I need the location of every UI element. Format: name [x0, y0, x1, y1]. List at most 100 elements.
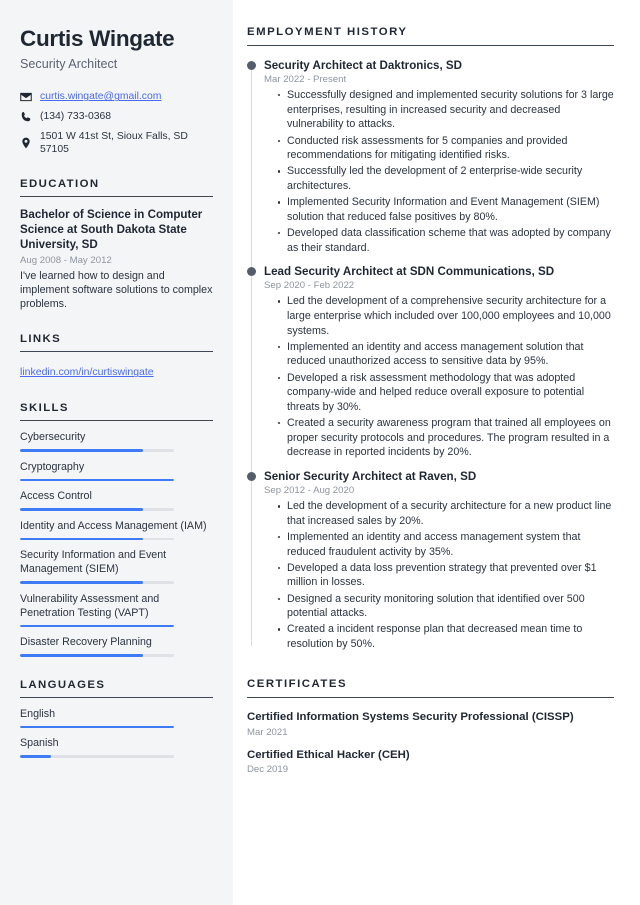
employment-bullet: Developed a data loss prevention strateg… [278, 561, 614, 590]
skills-label: Access Control [20, 490, 92, 503]
education-date: Aug 2008 - May 2012 [20, 254, 112, 266]
certificate-item: Certified Information Systems Security P… [247, 710, 614, 738]
employment-role: Security Architect at Daktronics, SD [264, 59, 463, 72]
links-section-title: Links [20, 333, 213, 353]
header-job-title: Security Architect [20, 56, 118, 71]
languages-label: Spanish [20, 737, 59, 750]
skills-item: Cybersecurity [20, 431, 213, 452]
contact-value: 1501 W 41st St, Sioux Falls, SD 57105 [40, 130, 188, 155]
skills-level-bar [20, 449, 174, 452]
map-pin-icon [20, 137, 32, 149]
phone-icon [20, 111, 32, 123]
skills-item: Disaster Recovery Planning [20, 636, 213, 657]
timeline-dot-icon [247, 266, 256, 276]
education-degree: Bachelor of Science in Computer Science … [20, 207, 203, 252]
skills-section-title: Skills [20, 402, 213, 422]
contact-list: curtis.wingate@gmail.com (134) 733-0368 15… [20, 90, 213, 156]
skills-level-fill [20, 537, 144, 541]
skills-item: Security Information and Event Managemen… [20, 549, 213, 584]
employment-date: Sep 2012 - Aug 2020 [264, 485, 355, 497]
languages-section-title: Languages [20, 679, 213, 698]
employment-section-title: Employment History [247, 26, 614, 46]
resume-document: Curtis Wingate Security Architect curtis… [0, 0, 640, 905]
links-list: linkedin.com/in/curtiswingate [20, 362, 213, 380]
skills-list: Cybersecurity Cryptography Access Control I… [20, 431, 213, 657]
skills-level-bar [20, 508, 174, 511]
main-column: Employment History Security Architect at… [233, 0, 640, 905]
employment-role: Lead Security Architect at SDN Communica… [264, 265, 555, 279]
certificates-list: Certified Information Systems Security P… [247, 710, 614, 776]
links-section: Links linkedin.com/in/curtiswingate [20, 333, 213, 380]
languages-level-fill [20, 725, 174, 729]
skills-item: Cryptography [20, 461, 213, 482]
contact-row: 1501 W 41st St, Sioux Falls, SD 57105 [20, 130, 213, 156]
employment-date: Sep 2020 - Feb 2022 [264, 280, 355, 292]
envelope-icon [20, 91, 32, 103]
skills-label: Vulnerability Assessment and Penetration… [20, 592, 160, 619]
timeline-dot-icon [247, 60, 256, 70]
employment-entry: Senior Security Architect at Raven, SD Se… [247, 469, 614, 652]
languages-section: Languages English Spanish [20, 679, 213, 758]
education-section-title: Education [20, 178, 213, 197]
certificates-section: Certificates Certified Information Syste… [247, 678, 614, 776]
contact-email-link[interactable]: curtis.wingate@gmail.com [40, 90, 161, 103]
employment-bullet: Created a incident response plan that de… [278, 622, 614, 651]
skills-level-fill [20, 449, 144, 452]
skills-level-bar [20, 581, 174, 584]
skills-item: Identity and Access Management (IAM) [20, 520, 213, 541]
languages-level-fill [20, 755, 51, 758]
certificate-date: Mar 2021 [247, 726, 288, 738]
skills-label: Identity and Access Management (IAM) [20, 519, 207, 532]
timeline-dot-icon [247, 471, 256, 481]
employment-section: Employment History Security Architect at… [247, 26, 614, 652]
skills-label: Disaster Recovery Planning [20, 636, 152, 649]
languages-level-bar [20, 755, 174, 758]
certificate-name: Certified Ethical Hacker (CEH) [247, 748, 410, 761]
certificate-name: Certified Information Systems Security P… [247, 710, 574, 723]
certificate-date: Dec 2019 [247, 764, 289, 776]
certificates-section-title: Certificates [247, 678, 614, 698]
contact-row: (134) 733-0368 [20, 110, 213, 124]
skills-level-bar [20, 478, 174, 482]
employment-bullet: Led the development of a comprehensive s… [278, 294, 614, 338]
employment-bullet: Conducted risk assessments for 5 compani… [278, 134, 614, 163]
languages-level-bar [20, 725, 174, 729]
employment-bullet: Developed a risk assessment methodology … [278, 371, 614, 415]
employment-bullet: Designed a security monitoring solution … [278, 592, 614, 621]
education-section: Education Bachelor of Science in Compute… [20, 178, 213, 312]
languages-item: English [20, 708, 213, 729]
employment-bullet: Implemented an identity and access manag… [278, 530, 614, 559]
link-item[interactable]: linkedin.com/in/curtiswingate [20, 366, 154, 378]
languages-item: Spanish [20, 737, 213, 758]
employment-role: Senior Security Architect at Raven, SD [264, 470, 477, 484]
certificate-item: Certified Ethical Hacker (CEH) Dec 2019 [247, 748, 614, 776]
skills-section: Skills Cybersecurity Cryptography Access C… [20, 402, 213, 657]
employment-bullet: Developed data classification scheme tha… [278, 226, 614, 255]
employment-bullet: Created a security awareness program tha… [278, 416, 614, 460]
skills-item: Vulnerability Assessment and Penetration… [20, 592, 213, 628]
employment-bullet-list: Led the development of a comprehensive s… [264, 294, 614, 460]
employment-timeline: Security Architect at Daktronics, SD Mar … [247, 58, 614, 652]
languages-list: English Spanish [20, 708, 213, 758]
skills-level-fill [20, 654, 144, 657]
employment-entry: Security Architect at Daktronics, SD Mar … [247, 58, 614, 255]
employment-bullet-list: Led the development of a security archit… [264, 499, 614, 652]
skills-item: Access Control [20, 490, 213, 511]
employment-entry: Lead Security Architect at SDN Communica… [247, 264, 614, 460]
contact-row[interactable]: curtis.wingate@gmail.com [20, 90, 213, 104]
skills-label: Cryptography [20, 460, 85, 473]
employment-bullet: Implemented Security Information and Eve… [278, 195, 614, 224]
skills-level-bar [20, 537, 174, 541]
skills-level-bar [20, 624, 174, 628]
skills-label: Cybersecurity [20, 431, 86, 444]
languages-label: English [20, 707, 56, 720]
employment-bullet: Led the development of a security archit… [278, 499, 614, 528]
skills-level-fill [20, 508, 144, 511]
contact-value: (134) 733-0368 [40, 111, 112, 123]
employment-bullet: Implemented an identity and access manag… [278, 340, 614, 369]
skills-level-fill [20, 581, 144, 584]
employment-bullet-list: Successfully designed and implemented se… [264, 88, 614, 255]
skills-level-fill [20, 624, 174, 628]
skills-level-fill [20, 478, 174, 482]
employment-bullet: Successfully designed and implemented se… [278, 88, 614, 132]
